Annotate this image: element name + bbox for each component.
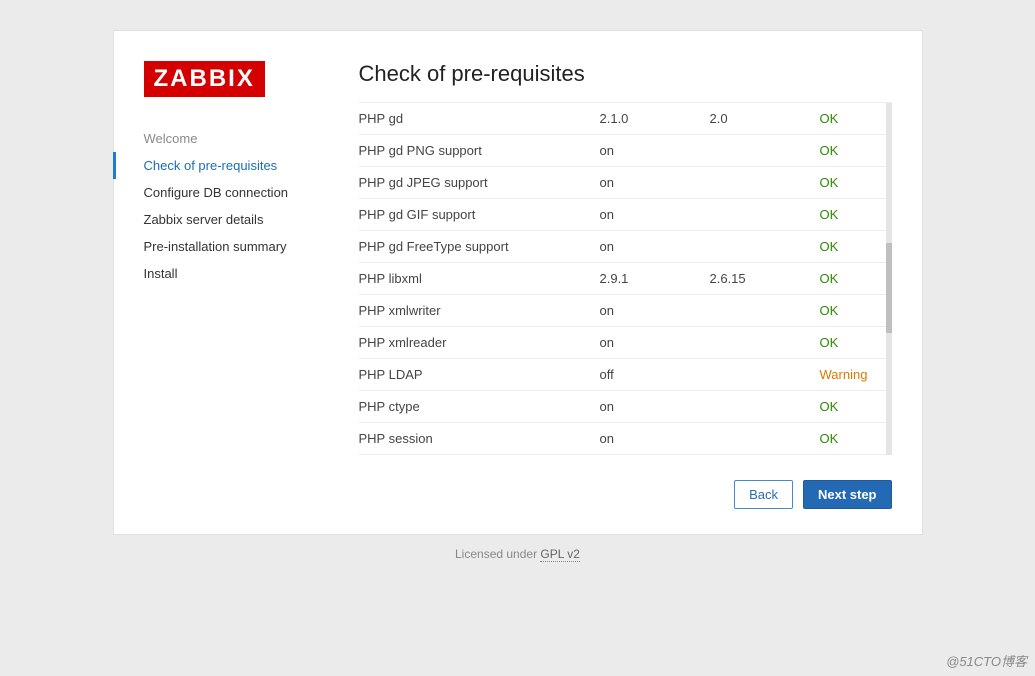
license-link[interactable]: GPL v2 bbox=[540, 547, 580, 562]
req-status: OK bbox=[820, 335, 880, 350]
sidebar-item-step-3[interactable]: Zabbix server details bbox=[144, 206, 359, 233]
requirements-table: PHP gd2.1.02.0OKPHP gd PNG supportonOKPH… bbox=[359, 102, 892, 455]
req-status: Warning bbox=[820, 367, 880, 382]
license-prefix: Licensed under bbox=[455, 547, 540, 561]
req-name: PHP gd JPEG support bbox=[359, 175, 600, 190]
zabbix-logo: ZABBIX bbox=[144, 61, 265, 97]
req-name: PHP gd FreeType support bbox=[359, 239, 600, 254]
req-name: PHP gd PNG support bbox=[359, 143, 600, 158]
req-status: OK bbox=[820, 399, 880, 414]
req-current: on bbox=[600, 239, 710, 254]
table-row: PHP ctypeon OK bbox=[359, 391, 892, 423]
table-row: PHP xmlwriteron OK bbox=[359, 295, 892, 327]
sidebar-item-step-0[interactable]: Welcome bbox=[144, 125, 359, 152]
req-current: on bbox=[600, 207, 710, 222]
req-name: PHP LDAP bbox=[359, 367, 600, 382]
scrollbar-thumb[interactable] bbox=[886, 243, 892, 333]
req-name: PHP session bbox=[359, 431, 600, 446]
sidebar-item-step-4[interactable]: Pre-installation summary bbox=[144, 233, 359, 260]
req-status: OK bbox=[820, 143, 880, 158]
table-row: PHP xmlreaderon OK bbox=[359, 327, 892, 359]
req-current: on bbox=[600, 303, 710, 318]
table-row: PHP libxml2.9.12.6.15OK bbox=[359, 263, 892, 295]
req-status: OK bbox=[820, 271, 880, 286]
license-text: Licensed under GPL v2 bbox=[0, 547, 1035, 561]
req-current: on bbox=[600, 431, 710, 446]
table-row: PHP gd2.1.02.0OK bbox=[359, 103, 892, 135]
setup-panel: ZABBIX WelcomeCheck of pre-requisitesCon… bbox=[113, 30, 923, 535]
req-status: OK bbox=[820, 175, 880, 190]
req-required: 2.0 bbox=[710, 111, 820, 126]
watermark: @51CTO博客 bbox=[946, 651, 1027, 670]
req-required: 2.6.15 bbox=[710, 271, 820, 286]
back-button[interactable]: Back bbox=[734, 480, 793, 509]
req-status: OK bbox=[820, 303, 880, 318]
table-row: PHP gd GIF supporton OK bbox=[359, 199, 892, 231]
next-step-button[interactable]: Next step bbox=[803, 480, 892, 509]
req-current: on bbox=[600, 175, 710, 190]
req-name: PHP gd bbox=[359, 111, 600, 126]
req-status: OK bbox=[820, 111, 880, 126]
panel-body: ZABBIX WelcomeCheck of pre-requisitesCon… bbox=[144, 61, 892, 455]
wizard-footer: Back Next step bbox=[144, 480, 892, 509]
nav-steps: WelcomeCheck of pre-requisitesConfigure … bbox=[144, 125, 359, 287]
main-content: Check of pre-requisites PHP gd2.1.02.0OK… bbox=[359, 61, 892, 455]
req-current: 2.9.1 bbox=[600, 271, 710, 286]
sidebar-item-step-1[interactable]: Check of pre-requisites bbox=[113, 152, 359, 179]
req-name: PHP xmlreader bbox=[359, 335, 600, 350]
table-row: PHP gd FreeType supporton OK bbox=[359, 231, 892, 263]
table-row: PHP LDAPoff Warning bbox=[359, 359, 892, 391]
req-current: off bbox=[600, 367, 710, 382]
sidebar-item-step-2[interactable]: Configure DB connection bbox=[144, 179, 359, 206]
req-current: on bbox=[600, 143, 710, 158]
page-title: Check of pre-requisites bbox=[359, 61, 892, 87]
sidebar-item-step-5[interactable]: Install bbox=[144, 260, 359, 287]
req-current: on bbox=[600, 399, 710, 414]
req-status: OK bbox=[820, 239, 880, 254]
sidebar: ZABBIX WelcomeCheck of pre-requisitesCon… bbox=[144, 61, 359, 455]
table-row: PHP gd PNG supporton OK bbox=[359, 135, 892, 167]
req-name: PHP libxml bbox=[359, 271, 600, 286]
table-row: PHP sessionon OK bbox=[359, 423, 892, 455]
req-name: PHP ctype bbox=[359, 399, 600, 414]
req-current: on bbox=[600, 335, 710, 350]
table-row: PHP gd JPEG supporton OK bbox=[359, 167, 892, 199]
req-name: PHP xmlwriter bbox=[359, 303, 600, 318]
req-status: OK bbox=[820, 431, 880, 446]
req-name: PHP gd GIF support bbox=[359, 207, 600, 222]
req-current: 2.1.0 bbox=[600, 111, 710, 126]
req-status: OK bbox=[820, 207, 880, 222]
